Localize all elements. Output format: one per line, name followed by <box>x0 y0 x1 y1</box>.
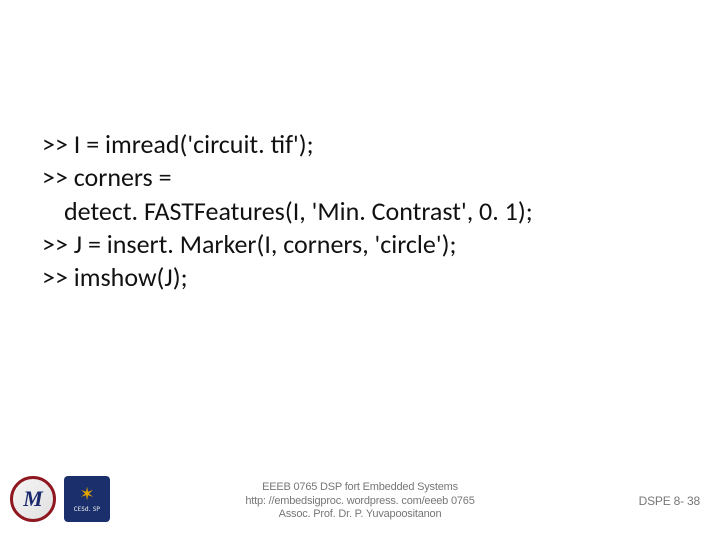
star-icon: ✶ <box>79 485 94 503</box>
code-line-5: >> imshow(J); <box>42 261 660 294</box>
code-line-3: detect. FASTFeatures(I, 'Min. Contrast',… <box>42 195 660 228</box>
cesdsp-logo-icon: ✶ CESd. SP <box>64 476 110 522</box>
cesdsp-label: CESd. SP <box>74 504 101 513</box>
footer-author: Assoc. Prof. Dr. P. Yuvapoositanon <box>245 508 474 522</box>
slide: >> I = imread('circuit. tif'); >> corner… <box>0 0 720 540</box>
footer-credits: EEEB 0765 DSP fort Embedded Systems http… <box>245 481 474 522</box>
code-line-1: >> I = imread('circuit. tif'); <box>42 128 660 161</box>
institution-monogram: M <box>23 486 43 512</box>
footer-url: http: //embedsigproc. wordpress. com/eee… <box>245 495 474 509</box>
footer-course: EEEB 0765 DSP fort Embedded Systems <box>245 481 474 495</box>
slide-footer: M ✶ CESd. SP EEEB 0765 DSP fort Embedded… <box>0 462 720 522</box>
institution-logo-icon: M <box>10 476 56 522</box>
code-block: >> I = imread('circuit. tif'); >> corner… <box>42 128 660 294</box>
code-line-2: >> corners = <box>42 161 660 194</box>
footer-logos: M ✶ CESd. SP <box>10 476 110 522</box>
code-line-4: >> J = insert. Marker(I, corners, 'circl… <box>42 228 660 261</box>
slide-number: DSPE 8- 38 <box>639 494 700 508</box>
